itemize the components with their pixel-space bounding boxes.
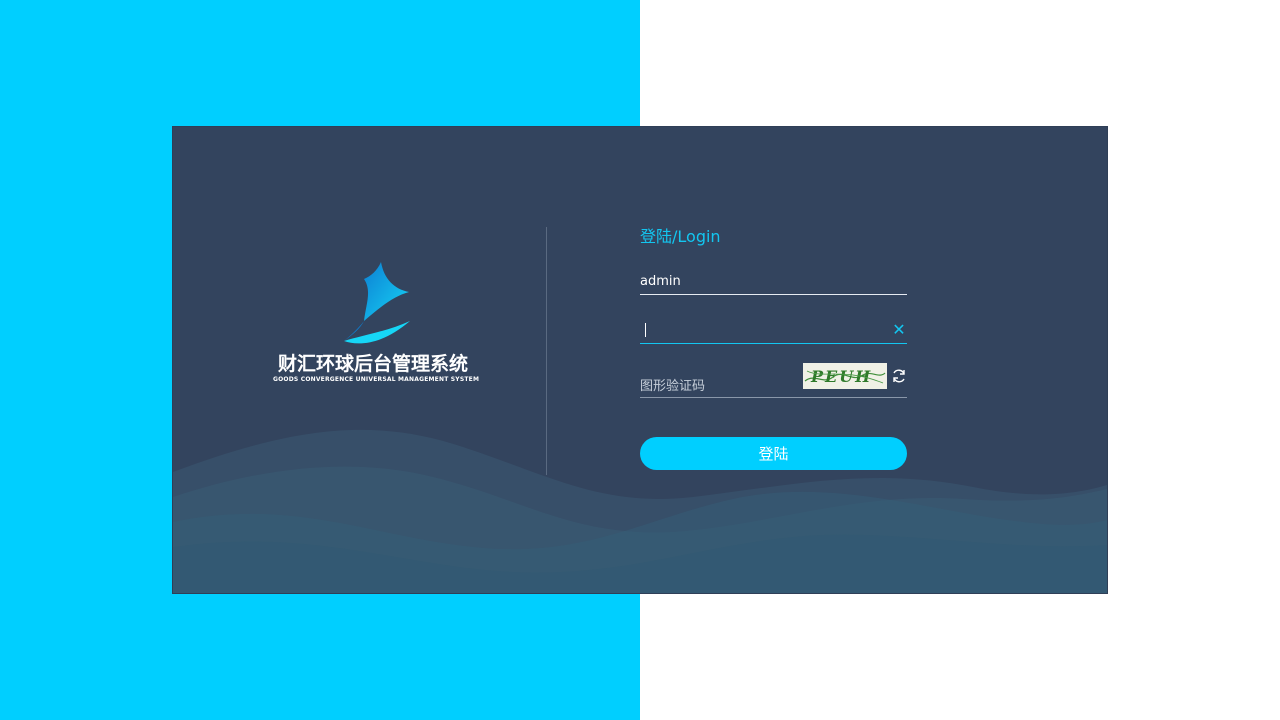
text-cursor — [645, 323, 646, 337]
captcha-image[interactable]: PEUH — [803, 363, 887, 389]
captcha-field[interactable]: PEUH — [640, 363, 907, 398]
captcha-input[interactable] — [640, 375, 790, 397]
refresh-icon[interactable] — [891, 368, 907, 384]
password-field[interactable]: ✕ — [640, 319, 907, 344]
vertical-divider — [546, 227, 547, 475]
username-input[interactable] — [640, 270, 880, 292]
login-title: 登陆/Login — [640, 227, 721, 246]
brand-title: 财汇环球后台管理系统 — [277, 353, 468, 375]
username-field[interactable] — [640, 270, 907, 295]
login-card: 财汇环球后台管理系统 GOODS CONVERGENCE UNIVERSAL M… — [173, 127, 1107, 593]
logo-icon — [344, 262, 410, 344]
password-input[interactable] — [640, 319, 880, 341]
close-icon[interactable]: ✕ — [891, 319, 907, 341]
login-button[interactable]: 登陆 — [640, 437, 907, 470]
brand-subtitle: GOODS CONVERGENCE UNIVERSAL MANAGEMENT S… — [273, 376, 480, 383]
